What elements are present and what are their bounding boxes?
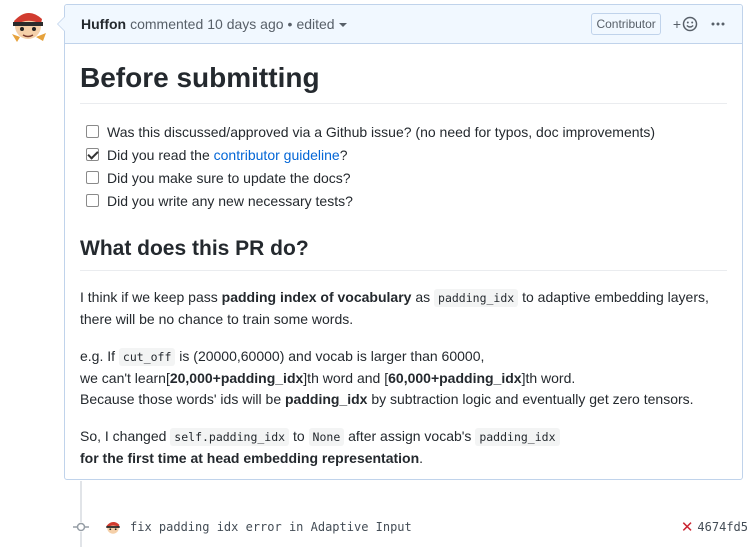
heading-what-does-this-pr-do: What does this PR do? <box>80 236 727 272</box>
comment-body: Before submitting Was this discussed/app… <box>65 44 742 469</box>
plus-label: + <box>672 16 681 32</box>
task-item: Was this discussed/approved via a Github… <box>80 120 727 143</box>
inline-code: cut_off <box>118 348 176 367</box>
inline-code: None <box>308 428 345 447</box>
header-separator: • <box>287 16 293 32</box>
task-item: Did you write any new necessary tests? <box>80 189 727 212</box>
inline-code: padding_idx <box>434 289 519 308</box>
paragraph-2: e.g. If cut_off is (20000,60000) and voc… <box>80 348 694 408</box>
chevron-down-icon <box>338 23 347 28</box>
contributor-badge: Contributor <box>591 13 661 35</box>
commit-author-avatar[interactable] <box>104 518 122 536</box>
comment-time[interactable]: 10 days ago <box>207 16 283 32</box>
kebab-horizontal-icon <box>711 22 725 26</box>
inline-code: self.padding_idx <box>170 428 290 447</box>
contributor-guideline-link[interactable]: contributor guideline <box>214 147 340 163</box>
inline-code: padding_idx <box>475 428 560 447</box>
comment-action: commented <box>130 16 204 32</box>
task-text: Was this discussed/approved via a Github… <box>107 123 656 140</box>
comment-box: Huffon commented 10 days ago • edited Co… <box>57 4 743 480</box>
add-reaction-button[interactable]: + <box>673 16 698 32</box>
task-item: Did you make sure to update the docs? <box>80 166 727 189</box>
task-checkbox[interactable] <box>86 125 99 138</box>
author-avatar[interactable] <box>8 4 48 44</box>
heading-before-submitting: Before submitting <box>80 60 727 104</box>
task-text: Did you make sure to update the docs? <box>107 169 351 186</box>
x-icon[interactable]: ✕ <box>681 518 694 536</box>
more-options-button[interactable] <box>710 22 726 26</box>
smiley-icon <box>682 16 698 32</box>
paragraph-3: So, I changed self.padding_idx to None a… <box>80 426 727 469</box>
edited-label: edited <box>296 16 335 32</box>
task-text: Did you write any new necessary tests? <box>107 192 353 209</box>
commit-row: fix padding idx error in Adaptive Input … <box>72 516 748 538</box>
author-link[interactable]: Huffon <box>81 16 126 32</box>
task-checkbox-checked[interactable] <box>86 148 99 161</box>
task-text: Did you read the contributor guideline? <box>107 146 348 163</box>
task-checkbox[interactable] <box>86 171 99 184</box>
task-checkbox[interactable] <box>86 194 99 207</box>
task-item: Did you read the contributor guideline? <box>80 143 727 166</box>
commit-icon <box>72 522 90 532</box>
paragraph-1: I think if we keep pass padding index of… <box>80 289 709 328</box>
commit-message-link[interactable]: fix padding idx error in Adaptive Input <box>130 520 412 534</box>
commit-sha-link[interactable]: 4674fd5 <box>697 520 748 534</box>
edited-dropdown[interactable]: edited <box>296 16 347 32</box>
comment-header: Huffon commented 10 days ago • edited Co… <box>65 5 742 44</box>
task-list: Was this discussed/approved via a Github… <box>80 120 727 212</box>
